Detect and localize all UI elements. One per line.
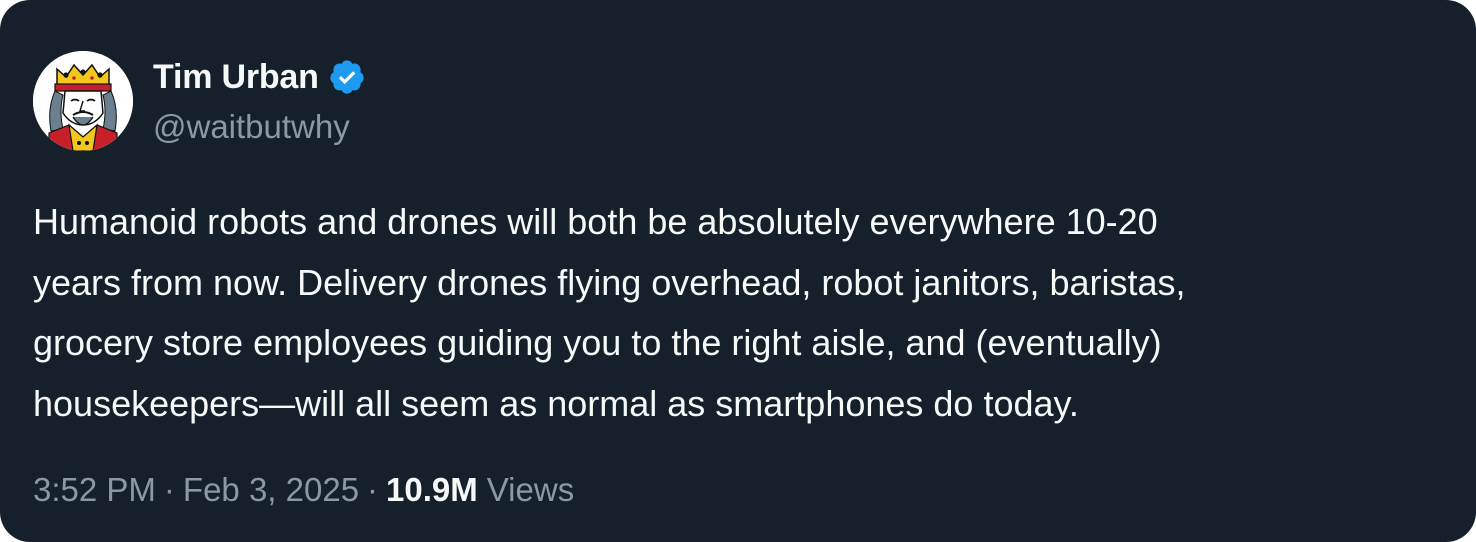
views-count[interactable]: 10.9M xyxy=(386,471,478,509)
author-name-row: Tim Urban xyxy=(153,56,366,98)
avatar[interactable] xyxy=(33,51,133,151)
verified-badge-icon[interactable] xyxy=(328,58,366,96)
tweet-text-line: grocery store employees guiding you to t… xyxy=(33,322,1162,363)
author-handle[interactable]: @waitbutwhy xyxy=(153,108,350,146)
meta-separator: · xyxy=(367,471,379,508)
tweet-text-line: years from now. Delivery drones flying o… xyxy=(33,261,1186,303)
views-label: Views xyxy=(486,471,575,508)
tweet-card: Tim Urban @waitbutwhy Humanoid robots an… xyxy=(0,0,1476,542)
author-display-name[interactable]: Tim Urban xyxy=(153,58,319,97)
king-of-clubs-card-icon xyxy=(33,51,133,151)
tweet-text-line: housekeepers—will all seem as normal as … xyxy=(33,382,1079,424)
tweet-date[interactable]: Feb 3, 2025 xyxy=(183,471,359,509)
meta-separator: · xyxy=(163,471,175,508)
tweet-time[interactable]: 3:52 PM xyxy=(33,471,156,509)
tweet-text: Humanoid robots and drones will both be … xyxy=(33,192,1448,434)
tweet-meta: 3:52 PM · Feb 3, 2025 · 10.9M Views xyxy=(33,471,574,509)
tweet-text-line: Humanoid robots and drones will both be … xyxy=(33,201,1158,242)
